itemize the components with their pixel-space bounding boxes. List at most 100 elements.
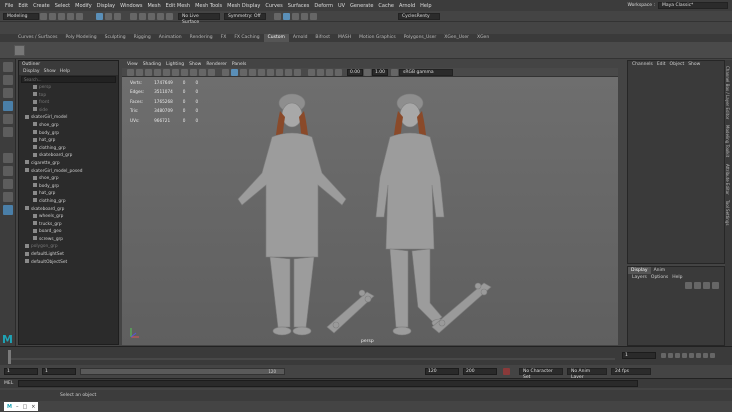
grid-icon[interactable] bbox=[154, 68, 161, 76]
field-chart-icon[interactable] bbox=[190, 68, 197, 76]
viewport-menu-lighting[interactable]: Lighting bbox=[166, 61, 184, 68]
exposure-field[interactable]: 0.00 bbox=[347, 68, 363, 76]
move-tool-icon[interactable] bbox=[2, 101, 13, 111]
shelf-tab-xgen[interactable]: XGen bbox=[473, 34, 493, 42]
new-layer-icon[interactable] bbox=[703, 282, 710, 289]
xray-joints-icon[interactable] bbox=[326, 68, 333, 76]
outliner-item[interactable]: polygon_grp bbox=[19, 243, 118, 251]
character-model-tpose[interactable] bbox=[237, 93, 347, 336]
menu-edit-mesh[interactable]: Edit Mesh bbox=[166, 3, 190, 9]
outliner-menu-display[interactable]: Display bbox=[23, 68, 40, 75]
smooth-shade-icon[interactable] bbox=[231, 68, 238, 76]
menu-cache[interactable]: Cache bbox=[378, 3, 394, 9]
menu-arnold[interactable]: Arnold bbox=[399, 3, 415, 9]
new-layer-selected-icon[interactable] bbox=[712, 282, 719, 289]
gate-mask-icon[interactable] bbox=[181, 68, 188, 76]
resolution-gate-icon[interactable] bbox=[172, 68, 179, 76]
single-pane-icon[interactable] bbox=[2, 166, 13, 176]
time-slider[interactable]: 1 bbox=[0, 346, 732, 365]
shelf-tab-custom[interactable]: Custom bbox=[263, 34, 289, 42]
shelf-tab-rendering[interactable]: Rendering bbox=[186, 34, 217, 42]
menu-mesh[interactable]: Mesh bbox=[147, 3, 160, 9]
menu-set-dropdown[interactable]: Modeling bbox=[3, 12, 39, 20]
live-surface-field[interactable]: No Live Surface bbox=[178, 12, 220, 25]
shelf-tab-curves-surfaces[interactable]: Curves / Surfaces bbox=[14, 34, 62, 42]
outliner-item[interactable]: defaultLightSet bbox=[19, 251, 118, 259]
channel-menu-show[interactable]: Show bbox=[688, 61, 700, 69]
safe-title-icon[interactable] bbox=[208, 68, 215, 76]
camera-dropdown[interactable]: CyclesRenty bbox=[398, 12, 440, 20]
ipr-render-icon[interactable] bbox=[283, 12, 290, 20]
step-back-key-icon[interactable] bbox=[668, 353, 673, 358]
symmetry-dropdown[interactable]: Symmetry: Off bbox=[224, 12, 266, 20]
backface-icon[interactable] bbox=[335, 68, 342, 76]
step-forward-key-icon[interactable] bbox=[703, 353, 708, 358]
viewport-menu-show[interactable]: Show bbox=[189, 61, 201, 68]
shelf-item-icon[interactable] bbox=[14, 44, 25, 56]
workspace-dropdown[interactable]: Maya Classic* bbox=[658, 2, 728, 9]
side-tab-tool-settings[interactable]: Tool Settings bbox=[725, 200, 730, 225]
shelf-tab-sculpting[interactable]: Sculpting bbox=[101, 34, 130, 42]
shelf-tab-bifrost[interactable]: Bifrost bbox=[311, 34, 334, 42]
shelf-tab-fx-caching[interactable]: FX Caching bbox=[230, 34, 263, 42]
outliner-menu-show[interactable]: Show bbox=[44, 68, 56, 75]
side-by-side-icon[interactable] bbox=[2, 192, 13, 202]
auto-key-icon[interactable] bbox=[503, 367, 510, 375]
snap-grid-icon[interactable] bbox=[130, 12, 137, 20]
rotate-tool-icon[interactable] bbox=[2, 114, 13, 124]
viewport-menu-shading[interactable]: Shading bbox=[143, 61, 161, 68]
menu-mesh-display[interactable]: Mesh Display bbox=[227, 3, 260, 9]
safe-action-icon[interactable] bbox=[199, 68, 206, 76]
fps-dropdown[interactable]: 24 fps bbox=[611, 367, 651, 375]
menu-generate[interactable]: Generate bbox=[350, 3, 373, 9]
outliner-item[interactable]: skateboard_grp bbox=[19, 152, 118, 160]
shelf-tab-arnold[interactable]: Arnold bbox=[289, 34, 312, 42]
character-model-posed[interactable] bbox=[375, 93, 449, 336]
anim-layer-dropdown[interactable]: No Anim Layer bbox=[567, 367, 607, 380]
outliner-item[interactable]: hat_grp bbox=[19, 190, 118, 198]
image-plane-icon[interactable] bbox=[145, 68, 152, 76]
step-forward-frame-icon[interactable] bbox=[696, 353, 701, 358]
menu-select[interactable]: Select bbox=[55, 3, 70, 9]
hypershade-icon[interactable] bbox=[301, 12, 308, 20]
wireframe-icon[interactable] bbox=[222, 68, 229, 76]
workspace-selector[interactable]: Workspace : Maya Classic* bbox=[627, 2, 728, 9]
outliner-item[interactable]: defaultObjectSet bbox=[19, 259, 118, 267]
shelf-tab-xgen-user[interactable]: XGen_User bbox=[440, 34, 473, 42]
select-object-icon[interactable] bbox=[105, 12, 112, 20]
ambient-occlusion-icon[interactable] bbox=[276, 68, 283, 76]
bookmarks-icon[interactable] bbox=[136, 68, 143, 76]
outliner-item[interactable]: shoe_grp bbox=[19, 122, 118, 130]
shelf-tab-animation[interactable]: Animation bbox=[155, 34, 186, 42]
outliner-layout-icon[interactable] bbox=[2, 205, 13, 215]
minimized-window[interactable]: M – □ × bbox=[4, 402, 39, 411]
outliner-item[interactable]: top bbox=[19, 92, 118, 100]
isolate-select-icon[interactable] bbox=[308, 68, 315, 76]
snap-point-icon[interactable] bbox=[148, 12, 155, 20]
select-component-icon[interactable] bbox=[114, 12, 121, 20]
side-tab-channel-box-layer-editor[interactable]: Channel Box / Layer Editor bbox=[725, 66, 730, 119]
character-set-dropdown[interactable]: No Character Set bbox=[519, 367, 563, 380]
outliner-item[interactable]: front bbox=[19, 99, 118, 107]
side-tab-modeling-toolkit[interactable]: Modeling Toolkit bbox=[725, 125, 730, 157]
snap-surface-icon[interactable] bbox=[166, 12, 173, 20]
close-icon[interactable]: × bbox=[31, 404, 35, 410]
render-view-icon[interactable] bbox=[310, 12, 317, 20]
open-scene-icon[interactable] bbox=[49, 12, 56, 20]
use-lights-icon[interactable] bbox=[258, 68, 265, 76]
viewport-menu-renderer[interactable]: Renderer bbox=[206, 61, 227, 68]
menu-windows[interactable]: Windows bbox=[120, 3, 142, 9]
menu-uv[interactable]: UV bbox=[338, 3, 345, 9]
viewport-menu-panels[interactable]: Panels bbox=[232, 61, 246, 68]
render-settings-icon[interactable] bbox=[292, 12, 299, 20]
channel-menu-edit[interactable]: Edit bbox=[657, 61, 666, 69]
anti-aliasing-icon[interactable] bbox=[294, 68, 301, 76]
outliner-item[interactable]: cigarette_grp bbox=[19, 160, 118, 168]
viewport-menu-view[interactable]: View bbox=[127, 61, 138, 68]
four-pane-icon[interactable] bbox=[2, 179, 13, 189]
command-input[interactable] bbox=[18, 380, 638, 387]
shelf-tab-rigging[interactable]: Rigging bbox=[130, 34, 155, 42]
view-transform-dropdown[interactable]: sRGB gamma bbox=[399, 68, 453, 76]
menu-help[interactable]: Help bbox=[420, 3, 431, 9]
snap-plane-icon[interactable] bbox=[157, 12, 164, 20]
